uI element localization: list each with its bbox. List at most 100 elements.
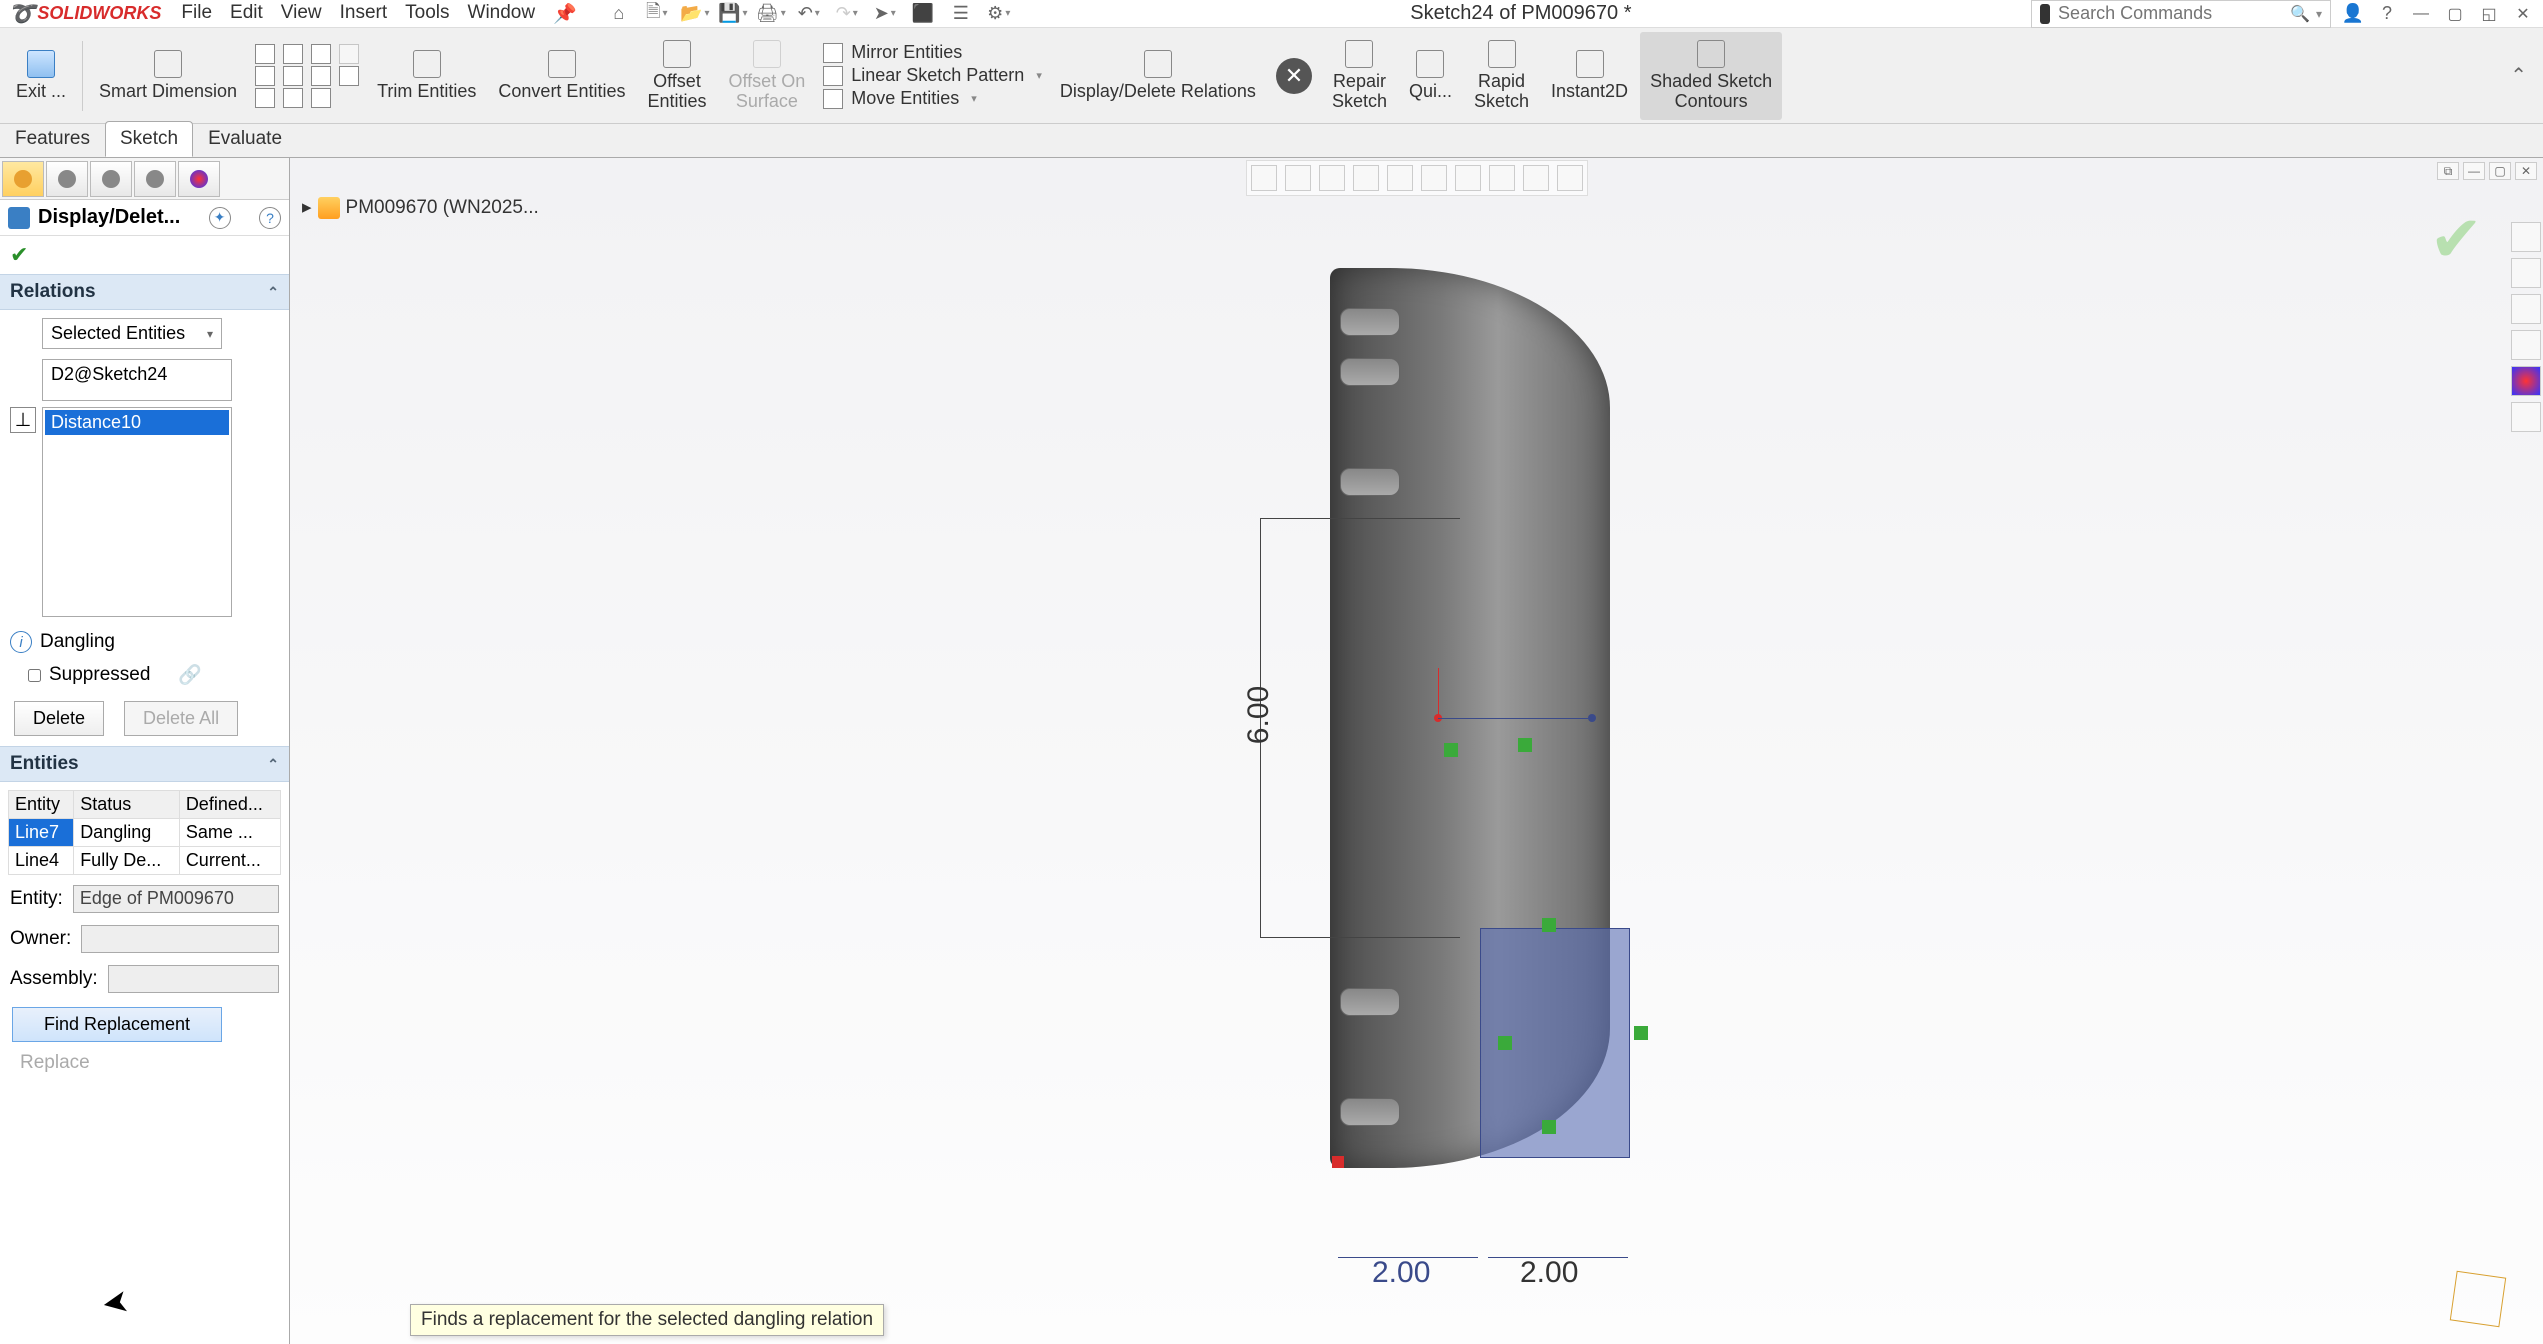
point-icon[interactable] xyxy=(255,88,275,108)
relation-badge-icon[interactable] xyxy=(1518,738,1532,752)
col-status[interactable]: Status xyxy=(74,791,180,819)
relations-list[interactable]: Distance10 xyxy=(42,407,232,617)
quick-snaps-button[interactable]: Qui... xyxy=(1399,32,1462,120)
collapse-icon[interactable]: ⌃ xyxy=(267,284,279,301)
appearances-icon[interactable] xyxy=(2511,366,2541,396)
search-commands[interactable]: 🔍 ▾ xyxy=(2031,0,2331,28)
close-overlay-button[interactable]: ✕ xyxy=(1276,58,1312,94)
apply-scene-icon[interactable] xyxy=(1523,165,1549,191)
fillet-icon[interactable] xyxy=(311,88,331,108)
vp-undock-icon[interactable]: ⧉ xyxy=(2437,162,2459,180)
vp-min-icon[interactable]: — xyxy=(2463,162,2485,180)
text-icon[interactable] xyxy=(339,66,359,86)
vertical-dimension-value[interactable]: 6.00 xyxy=(1242,686,1276,744)
orientation-triad[interactable] xyxy=(2450,1271,2506,1327)
convert-entities-button[interactable]: Convert Entities xyxy=(488,32,635,120)
polygon-icon[interactable] xyxy=(311,66,331,86)
view-palette-icon[interactable] xyxy=(2511,330,2541,360)
close-button[interactable]: ✕ xyxy=(2511,4,2535,24)
collapse-icon[interactable]: ⌃ xyxy=(267,756,279,773)
instant2d-button[interactable]: Instant2D xyxy=(1541,32,1638,120)
pm-detailed-preview-icon[interactable]: ✦ xyxy=(209,207,231,229)
search-magnify-icon[interactable]: 🔍 xyxy=(2290,4,2310,24)
help-icon[interactable]: ? xyxy=(2375,2,2399,26)
tab-features[interactable]: Features xyxy=(0,121,105,157)
property-manager-tab[interactable] xyxy=(46,161,88,197)
redo-icon[interactable]: ↷ xyxy=(835,2,859,26)
file-explorer-icon[interactable] xyxy=(2511,294,2541,324)
save-icon[interactable]: 💾 xyxy=(721,2,745,26)
rectangle-icon[interactable] xyxy=(255,66,275,86)
circle-icon[interactable] xyxy=(283,44,303,64)
ellipse-icon[interactable] xyxy=(283,88,303,108)
relation-badge-icon[interactable] xyxy=(1498,1036,1512,1050)
dimxpert-tab[interactable] xyxy=(134,161,176,197)
view-settings-icon[interactable] xyxy=(1557,165,1583,191)
login-icon[interactable]: 👤 xyxy=(2341,2,2365,26)
relation-source-field[interactable]: D2@Sketch24 xyxy=(42,359,232,401)
maximize-button[interactable]: ◱ xyxy=(2477,4,2501,24)
display-delete-relations-button[interactable]: Display/Delete Relations xyxy=(1050,32,1266,120)
restore-button[interactable]: ▢ xyxy=(2443,4,2467,24)
design-library-icon[interactable] xyxy=(2511,258,2541,288)
entity-field[interactable]: Edge of PM009670 xyxy=(73,885,279,913)
hide-show-icon[interactable] xyxy=(1455,165,1481,191)
edit-appearance-icon[interactable] xyxy=(1489,165,1515,191)
move-entities-button[interactable]: Move Entities▾ xyxy=(823,88,1042,109)
table-row[interactable]: Line7 Dangling Same ... xyxy=(9,819,281,847)
spline-icon[interactable] xyxy=(311,44,331,64)
print-icon[interactable]: 🖨 xyxy=(759,2,783,26)
tab-sketch[interactable]: Sketch xyxy=(105,121,193,157)
line-icon[interactable] xyxy=(255,44,275,64)
home-icon[interactable]: ⌂ xyxy=(607,2,631,26)
repair-sketch-button[interactable]: Repair Sketch xyxy=(1322,32,1397,120)
previous-view-icon[interactable] xyxy=(1319,165,1345,191)
tab-evaluate[interactable]: Evaluate xyxy=(193,121,297,157)
breadcrumb-text[interactable]: PM009670 (WN2025... xyxy=(346,197,539,219)
relation-badge-icon[interactable] xyxy=(1634,1026,1648,1040)
arc-icon[interactable] xyxy=(283,66,303,86)
assembly-field[interactable] xyxy=(108,965,279,993)
relation-badge-icon[interactable] xyxy=(1542,918,1556,932)
vertical-dimension[interactable] xyxy=(1260,518,1460,938)
offset-entities-button[interactable]: Offset Entities xyxy=(637,32,716,120)
display-manager-tab[interactable] xyxy=(178,161,220,197)
menu-tools[interactable]: Tools xyxy=(405,2,449,26)
linear-pattern-button[interactable]: Linear Sketch Pattern▾ xyxy=(823,65,1042,86)
custom-props-icon[interactable] xyxy=(2511,402,2541,432)
relation-badge-icon[interactable] xyxy=(1444,743,1458,757)
menu-insert[interactable]: Insert xyxy=(340,2,388,26)
menu-view[interactable]: View xyxy=(281,2,322,26)
menu-window[interactable]: Window xyxy=(468,2,536,26)
graphics-viewport[interactable]: ⧉ — ▢ ✕ ▸ PM009670 (WN2025... ✔ xyxy=(290,158,2543,1344)
relation-item-selected[interactable]: Distance10 xyxy=(45,410,229,435)
exit-sketch-button[interactable]: Exit ... xyxy=(6,32,76,120)
select-icon[interactable]: ➤ xyxy=(873,2,897,26)
vp-max-icon[interactable]: ▢ xyxy=(2489,162,2511,180)
shaded-contours-button[interactable]: Shaded Sketch Contours xyxy=(1640,32,1782,120)
filter-icon[interactable]: ☰ xyxy=(949,2,973,26)
config-manager-tab[interactable] xyxy=(90,161,132,197)
breadcrumb[interactable]: ▸ PM009670 (WN2025... xyxy=(302,196,539,219)
zoom-area-icon[interactable] xyxy=(1285,165,1311,191)
col-defined[interactable]: Defined... xyxy=(179,791,280,819)
relation-badge-icon[interactable] xyxy=(1542,1120,1556,1134)
slot-icon[interactable] xyxy=(339,44,359,64)
pm-ok-button[interactable]: ✔ xyxy=(0,236,289,274)
feature-manager-tab[interactable] xyxy=(2,161,44,197)
table-row[interactable]: Line4 Fully De... Current... xyxy=(9,847,281,875)
settings-icon[interactable]: ⚙ xyxy=(987,2,1011,26)
menu-pin-icon[interactable]: 📌 xyxy=(553,2,577,26)
delete-button[interactable]: Delete xyxy=(14,701,104,736)
zoom-fit-icon[interactable] xyxy=(1251,165,1277,191)
relations-filter-dropdown[interactable]: Selected Entities ▾ xyxy=(42,318,222,349)
relations-section-header[interactable]: Relations ⌃ xyxy=(0,274,289,310)
col-entity[interactable]: Entity xyxy=(9,791,74,819)
horizontal-dimension-1-value[interactable]: 2.00 xyxy=(1372,1256,1430,1290)
find-replacement-button[interactable]: Find Replacement xyxy=(12,1007,222,1042)
rebuild-icon[interactable]: ⬛ xyxy=(911,2,935,26)
trim-entities-button[interactable]: Trim Entities xyxy=(367,32,486,120)
confirm-sketch-icon[interactable]: ✔ xyxy=(2429,202,2483,277)
suppressed-checkbox[interactable] xyxy=(28,669,41,682)
collapse-ribbon-icon[interactable]: ⌃ xyxy=(2510,63,2537,88)
